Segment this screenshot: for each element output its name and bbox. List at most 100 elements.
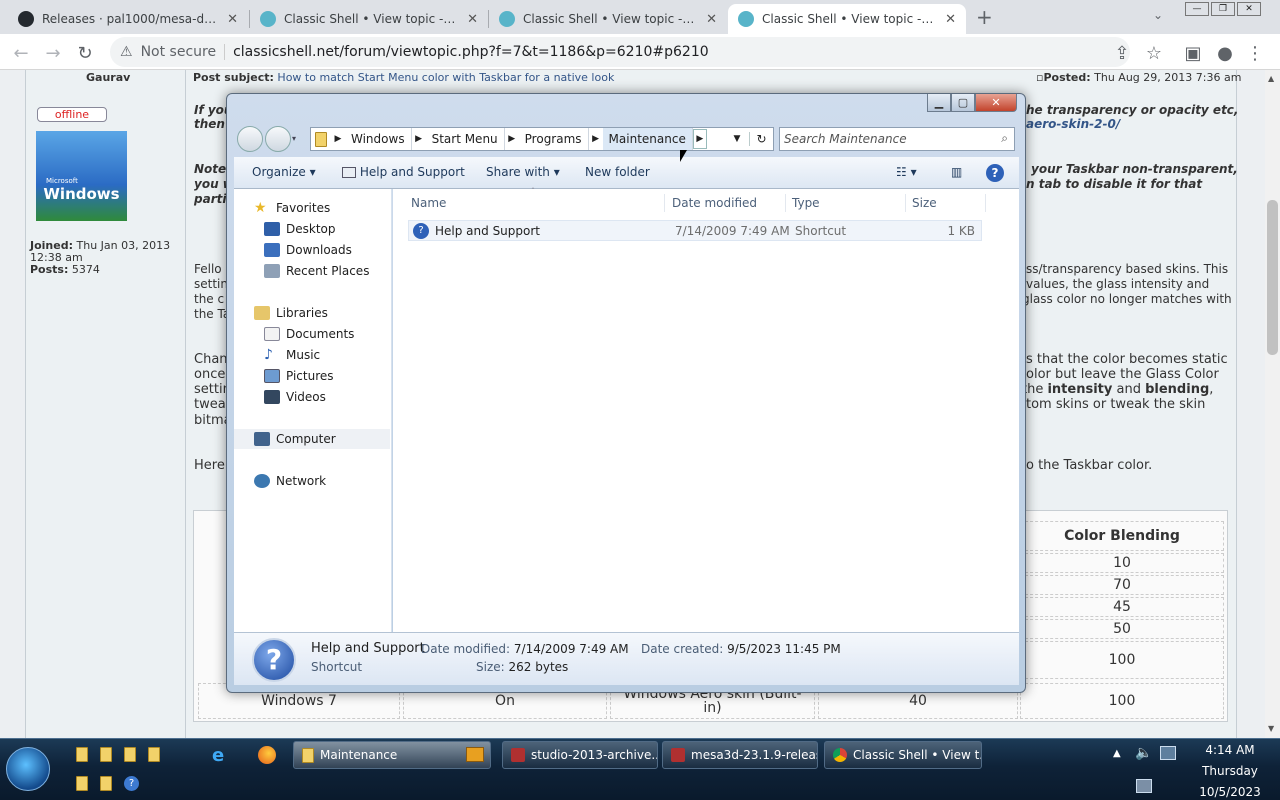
breadcrumb-arrow-icon[interactable]: ▶ [331,134,345,144]
breadcrumb-arrow-icon[interactable]: ▶ [589,134,603,144]
folder-icon[interactable] [148,747,160,762]
organize-button[interactable]: Organize ▾ [252,165,316,179]
breadcrumb-arrow-icon[interactable]: ▶ [505,134,519,144]
folder-icon[interactable] [100,776,112,791]
nav-videos[interactable]: Videos [234,387,392,407]
scrollbar-thumb[interactable] [1267,200,1278,355]
breadcrumb-start-menu[interactable]: Start Menu [426,128,505,150]
tab-releases[interactable]: Releases · pal1000/mesa-dist-win ✕ [8,4,248,34]
tab-how-to[interactable]: Classic Shell • View topic - How t ✕ [728,4,966,34]
folder-icon[interactable] [124,747,136,762]
details-date-created: Date created: 9/5/2023 11:45 PM [641,642,841,656]
nav-favorites[interactable]: ★ Favorites [234,198,392,218]
column-header-type[interactable]: Type [788,194,906,212]
help-icon[interactable]: ? [124,776,139,791]
taskbar-mesa3d[interactable]: mesa3d-23.1.9-releas... [662,741,818,769]
help-icon[interactable]: ? [986,164,1004,182]
breadcrumb-arrow-icon[interactable]: ▶ [412,134,426,144]
restore-icon[interactable]: ❐ [1211,2,1235,16]
folder-icon[interactable] [76,776,88,791]
new-folder-button[interactable]: New folder [585,165,650,179]
column-header-size[interactable]: Size [908,194,986,212]
nav-desktop[interactable]: Desktop [234,219,392,239]
share-with-button[interactable]: Share with ▾ [486,165,560,179]
forward-arrow-icon[interactable]: → [40,40,66,66]
post-subject-label: Post subject: [193,71,274,84]
folder-icon[interactable] [76,747,88,762]
github-icon [18,11,34,27]
nav-libraries[interactable]: Libraries [234,303,392,323]
nav-documents[interactable]: Documents [234,324,392,344]
post-subject-link[interactable]: How to match Start Menu color with Taskb… [277,71,614,84]
new-tab-icon[interactable]: + [976,5,993,29]
reload-icon[interactable]: ↻ [72,40,98,66]
column-header-date-modified[interactable]: Date modified [668,194,786,212]
breadcrumb-windows[interactable]: Windows [345,128,412,150]
post-link[interactable]: aero-skin-2-0/ [1026,117,1120,131]
tab-win7[interactable]: Classic Shell • View topic - WIN7 ✕ [250,4,488,34]
recent-pages-chevron-icon[interactable]: ▾ [292,134,296,143]
column-header-name[interactable]: Name [407,194,665,212]
network-status-icon[interactable] [1160,746,1176,760]
folder-icon[interactable] [100,747,112,762]
minimize-button[interactable]: ▁ [927,94,951,112]
profile-icon[interactable]: ● [1212,40,1238,66]
explorer-search-input[interactable]: Search Maintenance ⌕ [779,127,1015,151]
address-bar[interactable]: ⚠ Not secure classicshell.net/forum/view… [110,37,1130,67]
breadcrumb-programs[interactable]: Programs [519,128,589,150]
menu-kebab-icon[interactable]: ⋮ [1242,40,1268,66]
volume-icon[interactable]: 🔈 [1135,745,1152,761]
taskbar-maintenance[interactable]: Maintenance [293,741,491,769]
nav-pictures[interactable]: Pictures [234,366,392,386]
media-player-icon[interactable] [466,747,484,762]
maximize-button[interactable]: ▢ [951,94,975,112]
tray-icon[interactable] [1136,779,1152,793]
nav-computer[interactable]: Computer [234,429,390,449]
nav-downloads[interactable]: Downloads [234,240,392,260]
back-button[interactable] [237,126,263,152]
firefox-icon[interactable] [258,746,276,764]
clock-day[interactable]: Thursday [1190,764,1270,778]
author-name[interactable]: Gaurav [86,71,130,84]
scroll-up-icon[interactable]: ▲ [1268,74,1274,83]
forward-button[interactable] [265,126,291,152]
side-panel-icon[interactable]: ▣ [1180,40,1206,66]
internet-explorer-icon[interactable]: e [212,745,224,766]
clock-time[interactable]: 4:14 AM [1190,743,1270,757]
taskbar-chrome[interactable]: Classic Shell • View t... [824,741,982,769]
clock-date[interactable]: 10/5/2023 [1190,785,1270,799]
breadcrumb-arrow-icon[interactable]: ▶ [692,129,707,149]
url-text[interactable]: classicshell.net/forum/viewtopic.php?f=7… [233,44,709,60]
tab-start[interactable]: Classic Shell • View topic - Start ✕ [489,4,727,34]
post-subject-line: Post subject: How to match Start Menu co… [193,71,614,84]
view-options-icon[interactable]: ☷ ▾ [896,165,917,179]
close-button[interactable]: ✕ [975,94,1017,112]
back-arrow-icon[interactable]: ← [8,40,34,66]
page-scrollbar[interactable]: ▲ ▼ [1265,70,1280,738]
nav-recent-places[interactable]: Recent Places [234,261,392,281]
explorer-address-bar[interactable]: ▶ Windows ▶ Start Menu ▶ Programs ▶ Main… [310,127,774,151]
close-tab-icon[interactable]: ✕ [706,12,717,27]
close-window-icon[interactable]: ✕ [1237,2,1261,16]
breadcrumb-maintenance[interactable]: Maintenance [602,128,693,150]
search-icon[interactable]: ⌕ [1001,131,1008,146]
recent-places-icon [264,264,280,278]
bookmark-star-icon[interactable]: ☆ [1141,40,1167,66]
scroll-down-icon[interactable]: ▼ [1268,724,1274,733]
close-tab-icon[interactable]: ✕ [467,12,478,27]
tab-search-chevron-icon[interactable]: ⌄ [1153,8,1163,22]
preview-pane-icon[interactable]: ▥ [951,165,962,179]
help-support-button[interactable]: Help and Support [342,165,465,179]
start-orb-icon[interactable] [6,747,50,791]
nav-network[interactable]: Network [234,471,392,491]
minimize-icon[interactable]: — [1185,2,1209,16]
file-row[interactable]: ? Help and Support 7/14/2009 7:49 AM Sho… [408,220,982,241]
address-dropdown-icon[interactable]: ▼ [725,134,749,144]
close-tab-icon[interactable]: ✕ [945,12,956,27]
close-tab-icon[interactable]: ✕ [227,12,238,27]
share-icon[interactable]: ⇪ [1109,40,1135,66]
show-hidden-icons[interactable]: ▲ [1113,748,1121,759]
nav-music[interactable]: ♪ Music [234,345,392,365]
taskbar-studio-archive[interactable]: studio-2013-archive.... [502,741,658,769]
refresh-icon[interactable]: ↻ [749,132,773,146]
